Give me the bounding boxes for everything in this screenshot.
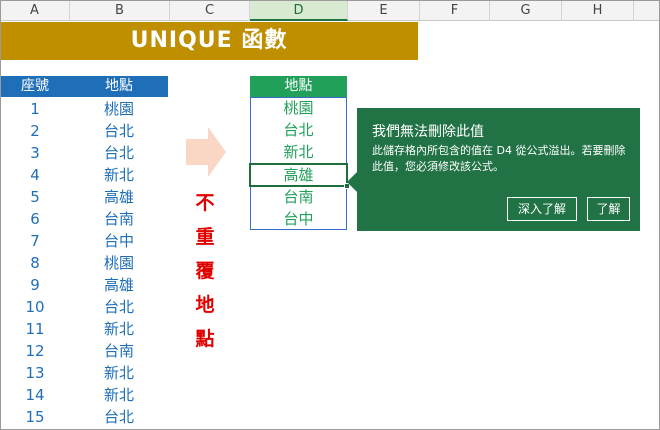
location-cell[interactable]: 新北	[70, 362, 168, 384]
column-header-e[interactable]: E	[348, 0, 420, 21]
popup-title: 我們無法刪除此值	[372, 124, 484, 140]
vertical-label-char: 不	[195, 192, 215, 214]
column-header-d[interactable]: D	[250, 0, 348, 21]
seat-number-cell[interactable]: 12	[0, 340, 70, 362]
popup-pointer	[347, 172, 357, 192]
header-seat-number[interactable]: 座號	[0, 76, 70, 97]
location-cell[interactable]: 台北	[70, 296, 168, 318]
seat-number-cell[interactable]: 8	[0, 252, 70, 274]
column-header-b[interactable]: B	[70, 0, 170, 21]
location-cell[interactable]: 桃園	[70, 98, 168, 120]
column-header-bar: A B C D E F G H	[0, 0, 660, 21]
location-cell[interactable]: 台北	[70, 406, 168, 428]
seat-number-cell[interactable]: 3	[0, 142, 70, 164]
result-cell[interactable]: 台北	[250, 119, 347, 141]
vertical-label-char: 覆	[195, 260, 215, 282]
location-cell[interactable]: 高雄	[70, 274, 168, 296]
location-cell[interactable]: 新北	[70, 384, 168, 406]
active-cell-outline	[249, 163, 348, 187]
result-header[interactable]: 地點	[250, 76, 347, 97]
seat-number-cell[interactable]: 2	[0, 120, 70, 142]
seat-number-cell[interactable]: 6	[0, 208, 70, 230]
seat-number-cell[interactable]: 5	[0, 186, 70, 208]
seat-number-cell[interactable]: 4	[0, 164, 70, 186]
seat-number-cell[interactable]: 9	[0, 274, 70, 296]
seat-number-cell[interactable]: 7	[0, 230, 70, 252]
location-cell[interactable]: 新北	[70, 164, 168, 186]
column-header-a[interactable]: A	[0, 0, 70, 21]
seat-number-cell[interactable]: 13	[0, 362, 70, 384]
vertical-label-char: 地	[195, 294, 215, 316]
column-header-h[interactable]: H	[562, 0, 634, 21]
vertical-label-char: 重	[195, 226, 215, 248]
result-cell[interactable]: 新北	[250, 141, 347, 163]
location-cell[interactable]: 新北	[70, 318, 168, 340]
seat-number-cell[interactable]: 11	[0, 318, 70, 340]
location-cell[interactable]: 台北	[70, 120, 168, 142]
seat-number-cell[interactable]: 14	[0, 384, 70, 406]
page-title: UNIQUE 函數	[130, 28, 288, 53]
seat-number-cell[interactable]: 10	[0, 296, 70, 318]
column-header-f[interactable]: F	[420, 0, 490, 21]
result-cell[interactable]: 桃園	[250, 97, 347, 119]
column-header-c[interactable]: C	[170, 0, 250, 21]
learn-more-button[interactable]: 深入了解	[507, 197, 577, 221]
result-cell[interactable]: 台南	[250, 186, 347, 208]
popup-message: 此儲存格內所包含的值在 D4 從公式溢出。若要刪除此值，您必須修改該公式。	[372, 144, 626, 173]
right-arrow-icon	[186, 127, 226, 177]
seat-number-cell[interactable]: 1	[0, 98, 70, 120]
location-cell[interactable]: 台北	[70, 142, 168, 164]
ok-button[interactable]: 了解	[587, 197, 630, 221]
header-location[interactable]: 地點	[70, 76, 168, 97]
location-cell[interactable]: 台南	[70, 340, 168, 362]
column-header-g[interactable]: G	[490, 0, 562, 21]
result-cell[interactable]: 台中	[250, 208, 347, 230]
location-cell[interactable]: 桃園	[70, 252, 168, 274]
location-cell[interactable]: 台中	[70, 230, 168, 252]
seat-number-cell[interactable]: 15	[0, 406, 70, 428]
vertical-label-char: 點	[195, 328, 215, 350]
location-cell[interactable]: 高雄	[70, 186, 168, 208]
location-cell[interactable]: 台南	[70, 208, 168, 230]
